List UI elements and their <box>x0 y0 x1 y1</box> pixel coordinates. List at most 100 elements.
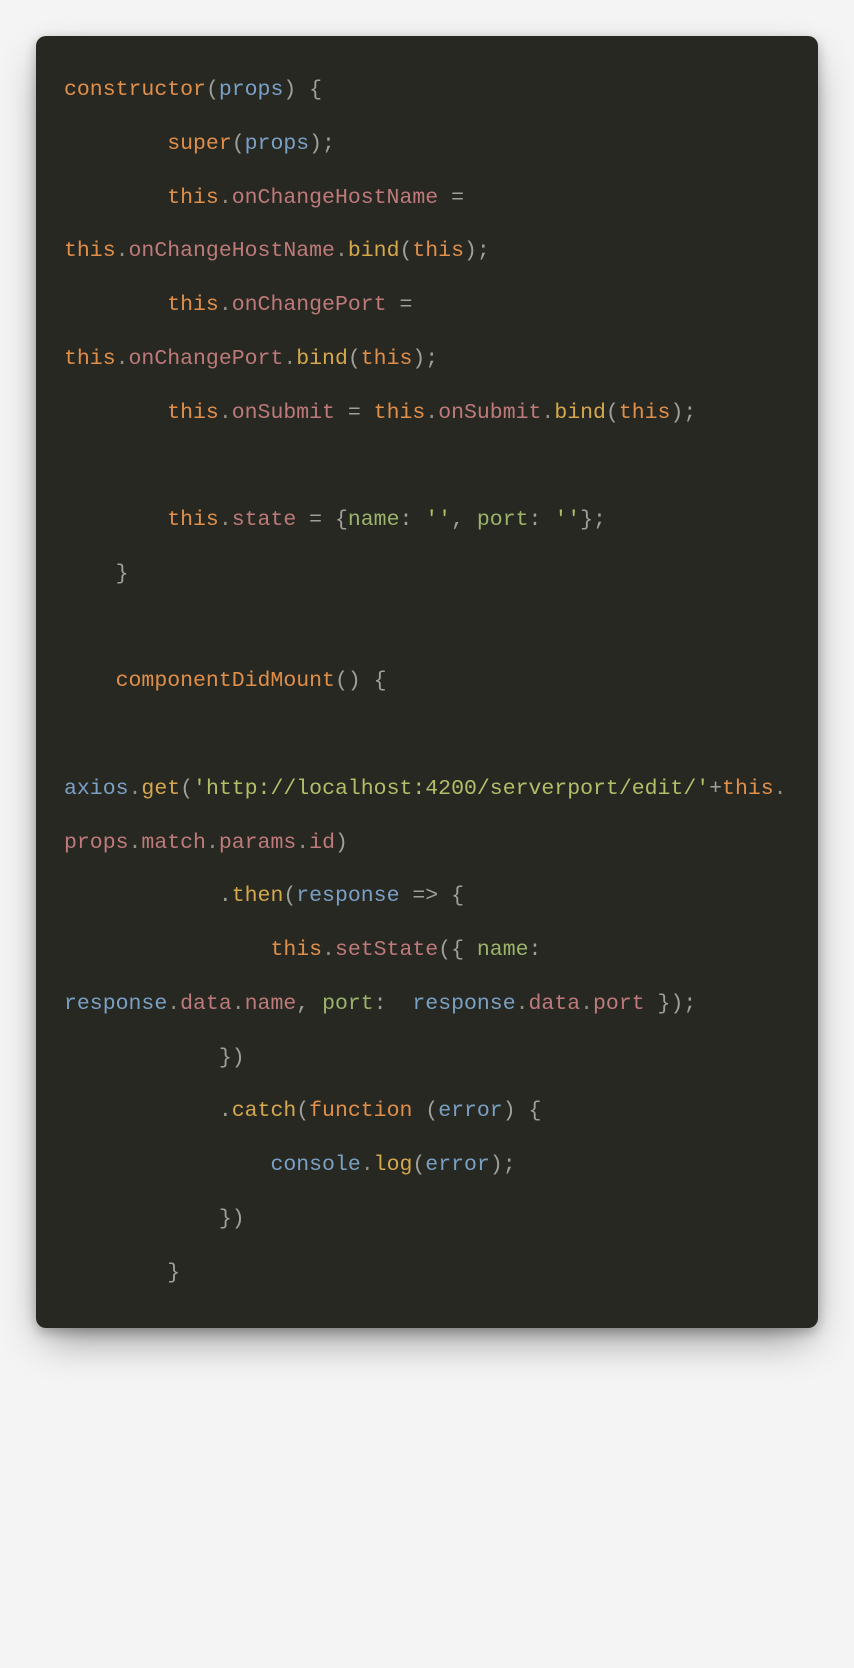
code-token: state <box>232 508 297 532</box>
code-token: constructor <box>64 78 206 102</box>
code-token: ( <box>180 777 193 801</box>
code-token: port <box>477 508 529 532</box>
code-token: ( <box>296 1099 309 1123</box>
code-token: this <box>374 401 426 425</box>
code-token: = <box>438 186 477 210</box>
code-token: bind <box>554 401 606 425</box>
code-token: , <box>296 992 322 1016</box>
code-token: ( <box>412 1153 425 1177</box>
code-token: ( <box>283 884 296 908</box>
code-token: log <box>374 1153 413 1177</box>
code-token: : <box>374 992 400 1016</box>
code-token: . <box>541 401 554 425</box>
code-token: . <box>219 186 232 210</box>
code-token: . <box>516 992 529 1016</box>
code-token: data <box>180 992 232 1016</box>
code-token <box>64 132 167 156</box>
code-token: error <box>438 1099 503 1123</box>
code-token: name <box>477 938 529 962</box>
code-token: . <box>425 401 438 425</box>
code-token: axios <box>64 777 129 801</box>
code-token <box>64 401 167 425</box>
code-token: then <box>232 884 284 908</box>
code-token: port <box>593 992 645 1016</box>
code-token: this <box>361 347 413 371</box>
code-token <box>64 1153 270 1177</box>
code-token: console <box>270 1153 360 1177</box>
code-token: () { <box>335 669 387 693</box>
code-token: catch <box>232 1099 297 1123</box>
code-token <box>64 508 167 532</box>
code-token: = { <box>296 508 348 532</box>
code-token <box>64 669 116 693</box>
code-token: this <box>64 239 116 263</box>
code-token: onChangePort <box>129 347 284 371</box>
code-token: ); <box>464 239 490 263</box>
code-token: }; <box>580 508 606 532</box>
code-token: onChangeHostName <box>232 186 438 210</box>
code-token: this <box>412 239 464 263</box>
code-token: this <box>722 777 774 801</box>
code-token: . <box>64 1099 232 1123</box>
code-block[interactable]: constructor(props) { super(props); this.… <box>64 64 790 1300</box>
code-token: . <box>129 831 142 855</box>
code-token: ( <box>206 78 219 102</box>
code-token: '' <box>425 508 451 532</box>
code-token: . <box>129 777 142 801</box>
code-token: . <box>219 293 232 317</box>
code-token: setState <box>335 938 438 962</box>
code-token: props <box>219 78 284 102</box>
code-token: port <box>322 992 374 1016</box>
code-token: . <box>361 1153 374 1177</box>
code-token: ); <box>670 401 696 425</box>
code-token: ); <box>309 132 335 156</box>
code-token: } <box>64 1261 180 1285</box>
code-token: } <box>64 562 129 586</box>
code-token: onSubmit <box>232 401 335 425</box>
code-token: . <box>116 347 129 371</box>
code-token: response <box>399 992 515 1016</box>
code-token <box>64 938 270 962</box>
code-token: . <box>283 347 296 371</box>
code-token: ) { <box>503 1099 542 1123</box>
code-token: => { <box>399 884 464 908</box>
code-token: ) <box>335 831 348 855</box>
code-token: this <box>619 401 671 425</box>
code-token: . <box>335 239 348 263</box>
code-snippet-card: constructor(props) { super(props); this.… <box>36 36 818 1328</box>
code-token <box>64 186 167 210</box>
code-token: ( <box>348 347 361 371</box>
code-token: this <box>270 938 322 962</box>
code-token: function <box>309 1099 412 1123</box>
code-token: ( <box>232 132 245 156</box>
code-token: ( <box>399 239 412 263</box>
code-token: onChangeHostName <box>129 239 335 263</box>
code-token: get <box>141 777 180 801</box>
code-token: this <box>167 508 219 532</box>
code-token: ( <box>606 401 619 425</box>
code-token: params <box>219 831 296 855</box>
code-token: . <box>206 831 219 855</box>
code-token: id <box>309 831 335 855</box>
code-token: }); <box>645 992 697 1016</box>
code-token: . <box>232 992 245 1016</box>
code-token: . <box>322 938 335 962</box>
code-token: props <box>64 831 129 855</box>
code-token: this <box>167 186 219 210</box>
code-token: : <box>399 508 425 532</box>
code-token: this <box>167 293 219 317</box>
code-token: = <box>387 293 426 317</box>
code-token: + <box>709 777 722 801</box>
code-token: name <box>245 992 297 1016</box>
code-token: data <box>529 992 581 1016</box>
code-token <box>64 723 167 747</box>
code-token: name <box>348 508 400 532</box>
code-token: . <box>167 992 180 1016</box>
code-token: . <box>774 777 787 801</box>
code-token: bind <box>348 239 400 263</box>
code-token: , <box>451 508 477 532</box>
code-token: . <box>296 831 309 855</box>
code-token <box>64 293 167 317</box>
code-token: ); <box>412 347 438 371</box>
code-token: componentDidMount <box>116 669 335 693</box>
